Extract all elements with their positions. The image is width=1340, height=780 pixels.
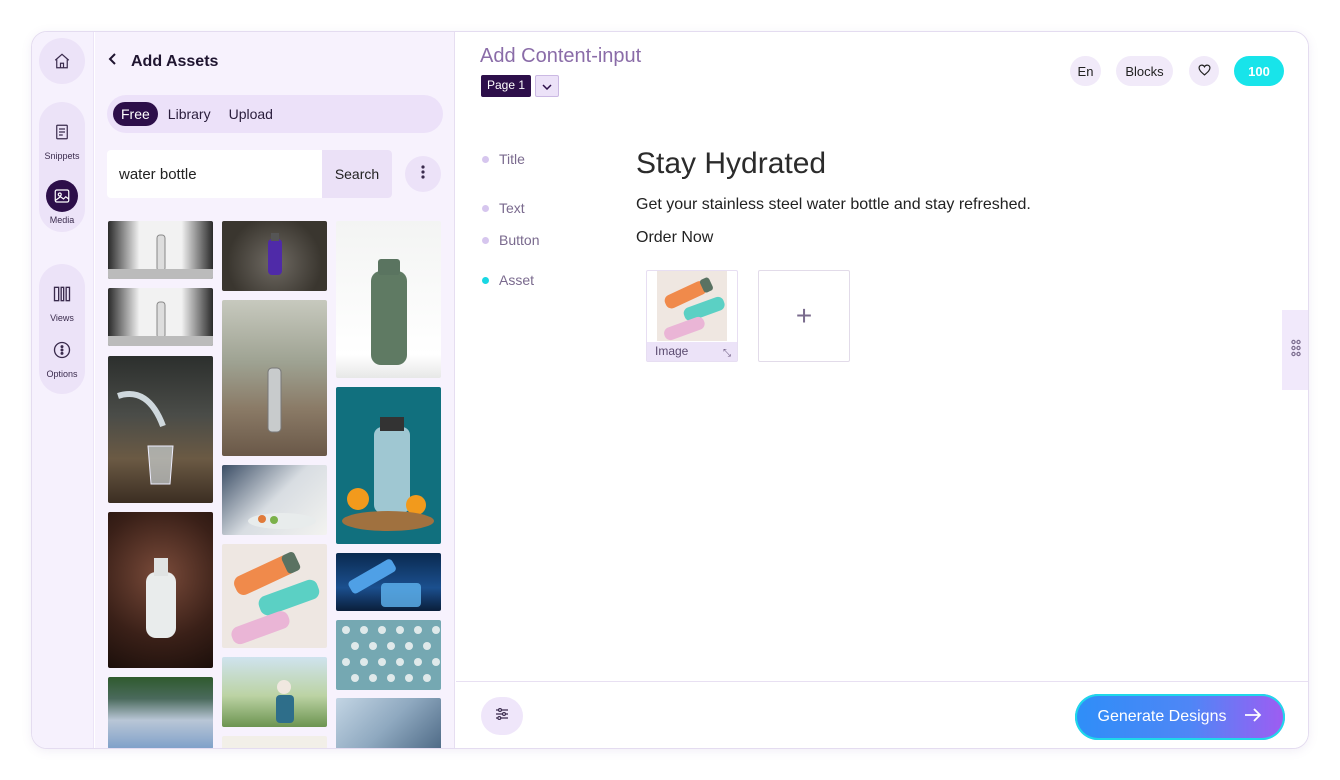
main-content: Add Content-input Page 1 En Blocks 100 T…	[456, 32, 1308, 748]
field-button-label: Button	[499, 232, 540, 248]
more-options-button[interactable]	[405, 156, 441, 192]
drag-handle[interactable]	[1282, 310, 1308, 390]
asset-thumbnail[interactable]	[108, 356, 213, 503]
asset-thumbnail[interactable]	[336, 698, 441, 748]
back-button[interactable]: Add Assets	[107, 52, 218, 71]
options-button[interactable]: Options	[39, 334, 85, 379]
status-dot	[482, 204, 489, 212]
source-tabs: Free Library Upload	[107, 95, 443, 133]
page-title: Add Content-input	[480, 45, 642, 67]
page-selector[interactable]: Page 1	[481, 75, 532, 97]
rail-group-content: Snippets Media	[39, 102, 85, 232]
footer-divider	[456, 681, 1308, 682]
field-title-label: Title	[499, 151, 525, 167]
home-button[interactable]	[39, 38, 85, 84]
tab-library[interactable]: Library	[160, 102, 219, 126]
status-dot	[482, 236, 489, 244]
tab-free[interactable]: Free	[113, 102, 158, 126]
panel-title: Add Assets	[131, 52, 219, 70]
app-window: Snippets Media Views Options Add Assets …	[31, 31, 1309, 749]
views-label: Views	[50, 313, 74, 323]
field-text[interactable]: Text	[482, 200, 525, 216]
document-icon	[46, 116, 78, 148]
options-label: Options	[46, 369, 78, 379]
search-button[interactable]: Search	[322, 150, 392, 198]
field-text-label: Text	[499, 200, 525, 216]
add-asset-button[interactable]: +	[758, 270, 850, 362]
content-text[interactable]: Get your stainless steel water bottle an…	[636, 196, 1031, 214]
field-title[interactable]: Title	[482, 151, 525, 167]
asset-thumbnail[interactable]	[336, 620, 441, 690]
language-button[interactable]: En	[1070, 56, 1101, 86]
arrow-right-icon	[1244, 707, 1262, 727]
chevron-left-icon	[107, 52, 119, 71]
asset-thumbnail[interactable]	[108, 512, 213, 668]
field-asset-label: Asset	[499, 272, 535, 288]
asset-thumbnail[interactable]	[222, 736, 327, 748]
generate-label: Generate Designs	[1097, 708, 1227, 725]
sliders-icon	[494, 706, 510, 727]
asset-thumbnail[interactable]	[108, 677, 213, 748]
generate-designs-button[interactable]: Generate Designs	[1075, 694, 1285, 740]
asset-thumbnail[interactable]	[222, 657, 327, 727]
status-dot	[482, 155, 489, 163]
options-icon	[46, 334, 78, 366]
search-box: Search	[107, 150, 392, 198]
credits-badge: 100	[1234, 56, 1284, 86]
grip-icon	[1291, 339, 1301, 362]
snippets-label: Snippets	[44, 151, 80, 161]
asset-thumbnail[interactable]	[222, 465, 327, 535]
assets-panel: Add Assets Free Library Upload Search	[95, 32, 455, 748]
home-icon	[46, 45, 78, 77]
views-button[interactable]: Views	[39, 278, 85, 323]
search-input[interactable]	[107, 150, 322, 198]
content-button-text[interactable]: Order Now	[636, 229, 713, 247]
favorite-button[interactable]	[1189, 56, 1219, 86]
chevron-down-icon	[542, 77, 552, 95]
asset-thumbnail[interactable]	[336, 387, 441, 544]
asset-thumbnail[interactable]	[108, 221, 213, 279]
field-asset[interactable]: Asset	[482, 272, 534, 288]
status-dot-active	[482, 276, 489, 284]
rail-group-view: Views Options	[39, 264, 85, 394]
tab-upload[interactable]: Upload	[221, 102, 281, 126]
left-rail: Snippets Media Views Options	[32, 32, 94, 748]
asset-thumbnail[interactable]	[108, 288, 213, 346]
asset-thumbnail[interactable]	[222, 221, 327, 291]
asset-thumbnail[interactable]	[222, 300, 327, 456]
asset-preview-image	[657, 271, 727, 341]
kebab-icon	[421, 164, 425, 185]
heart-icon	[1197, 64, 1211, 79]
field-button[interactable]: Button	[482, 232, 539, 248]
media-label: Media	[49, 215, 75, 225]
media-button[interactable]: Media	[39, 180, 85, 225]
content-title[interactable]: Stay Hydrated	[636, 147, 826, 181]
asset-thumbnail[interactable]	[336, 553, 441, 611]
blocks-button[interactable]: Blocks	[1116, 56, 1173, 86]
asset-thumbnail[interactable]	[336, 221, 441, 378]
settings-button[interactable]	[481, 697, 523, 735]
selected-asset-card[interactable]: Image ⤡	[646, 270, 738, 362]
snippets-button[interactable]: Snippets	[39, 116, 85, 161]
crop-icon[interactable]: ⤡	[723, 348, 731, 359]
page-dropdown-button[interactable]	[535, 75, 559, 97]
asset-thumbnail[interactable]	[222, 544, 327, 648]
image-icon	[46, 180, 78, 212]
columns-icon	[46, 278, 78, 310]
